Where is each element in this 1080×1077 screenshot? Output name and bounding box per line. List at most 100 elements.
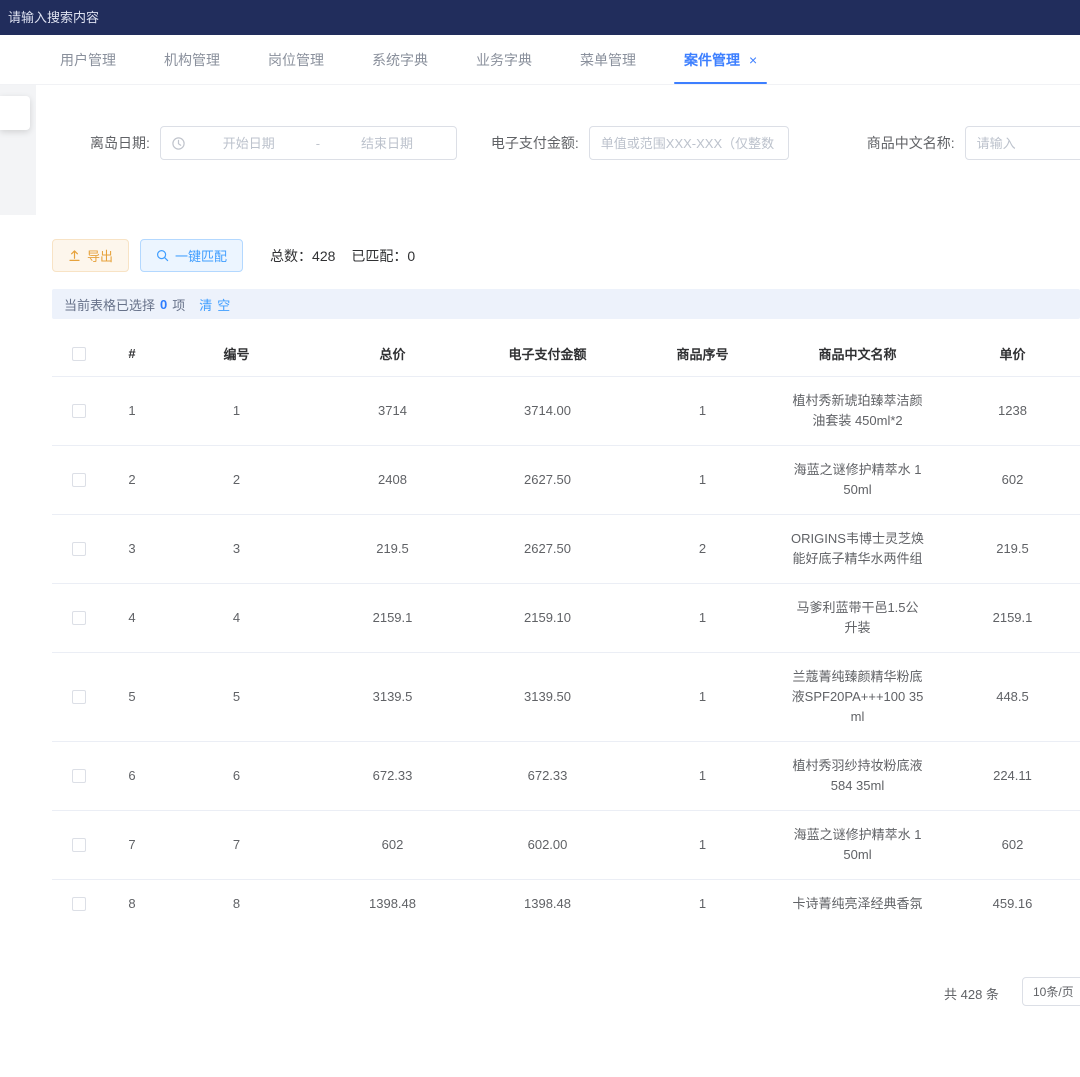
epay-amount-input[interactable] — [589, 126, 789, 160]
total-count-value: 428 — [312, 248, 335, 264]
cell-unit-price: 459.16 — [935, 880, 1080, 917]
select-all-cell — [52, 331, 106, 376]
row-checkbox-cell — [52, 742, 106, 810]
left-collapsed-panel[interactable] — [0, 96, 30, 130]
cell-unit-price: 602 — [935, 446, 1080, 514]
one-click-match-button[interactable]: 一键匹配 — [140, 239, 243, 272]
tab-menu-management[interactable]: 菜单管理 — [556, 35, 660, 84]
selection-prefix: 当前表格已选择 — [64, 295, 155, 314]
row-checkbox[interactable] — [72, 611, 86, 625]
page-size-select[interactable]: 10条/页 — [1022, 977, 1080, 1006]
tab-label: 菜单管理 — [580, 50, 636, 70]
cell-code: 3 — [158, 515, 315, 583]
cell-product-name: 卡诗菁纯亮泽经典香氛 — [780, 880, 935, 917]
clear-selection-link[interactable]: 清空 — [199, 295, 235, 314]
cell-epay-amount: 1398.48 — [470, 880, 625, 917]
magnifier-icon — [156, 249, 169, 262]
match-button-label: 一键匹配 — [175, 246, 227, 265]
cell-product-seq: 1 — [625, 811, 780, 879]
matched-count-value: 0 — [407, 248, 415, 264]
cell-epay-amount: 2159.10 — [470, 584, 625, 652]
tab-label: 岗位管理 — [268, 50, 324, 70]
cell-epay-amount: 602.00 — [470, 811, 625, 879]
cell-product-name: 马爹利蓝带干邑1.5公升装 — [780, 584, 935, 652]
toolbar: 导出 一键匹配 总数：428 已匹配：0 — [52, 239, 415, 272]
tab-label: 案件管理 — [684, 50, 740, 70]
table-row: 4 4 2159.1 2159.10 1 马爹利蓝带干邑1.5公升装 2159.… — [52, 584, 1080, 653]
cell-code: 8 — [158, 880, 315, 917]
topbar — [0, 0, 1080, 35]
cell-code: 7 — [158, 811, 315, 879]
selection-suffix: 项 — [172, 295, 185, 314]
match-stats: 总数：428 已匹配：0 — [270, 246, 415, 266]
row-checkbox-cell — [52, 811, 106, 879]
export-arrow-icon — [68, 249, 81, 262]
cell-unit-price: 448.5 — [935, 653, 1080, 741]
cell-epay-amount: 2627.50 — [470, 515, 625, 583]
row-checkbox[interactable] — [72, 473, 86, 487]
product-name-filter-label: 商品中文名称: — [867, 133, 955, 153]
tab-system-dictionary[interactable]: 系统字典 — [348, 35, 452, 84]
date-start-input[interactable] — [190, 136, 308, 151]
cell-unit-price: 602 — [935, 811, 1080, 879]
cell-code: 4 — [158, 584, 315, 652]
cell-product-name: 海蓝之谜修护精萃水 150ml — [780, 811, 935, 879]
date-range-picker[interactable]: - — [160, 126, 457, 160]
total-count-label: 总数： — [270, 246, 312, 266]
column-header-product-seq: 商品序号 — [625, 331, 780, 376]
tab-label: 用户管理 — [60, 50, 116, 70]
row-checkbox[interactable] — [72, 542, 86, 556]
cell-index: 2 — [106, 446, 158, 514]
select-all-checkbox[interactable] — [72, 347, 86, 361]
table-row: 2 2 2408 2627.50 1 海蓝之谜修护精萃水 150ml 602 — [52, 446, 1080, 515]
table-row: 3 3 219.5 2627.50 2 ORIGINS韦博士灵芝焕能好底子精华水… — [52, 515, 1080, 584]
tab-business-dictionary[interactable]: 业务字典 — [452, 35, 556, 84]
date-filter-label: 离岛日期: — [90, 133, 150, 153]
epay-amount-filter-label: 电子支付金额: — [491, 133, 579, 153]
cell-unit-price: 224.11 — [935, 742, 1080, 810]
page-size-value: 10条/页 — [1033, 983, 1074, 1000]
cell-total-price: 2408 — [315, 446, 470, 514]
cell-index: 6 — [106, 742, 158, 810]
table-row: 7 7 602 602.00 1 海蓝之谜修护精萃水 150ml 602 — [52, 811, 1080, 880]
topbar-search-input[interactable] — [8, 10, 268, 25]
export-button[interactable]: 导出 — [52, 239, 129, 272]
tab-case-management[interactable]: 案件管理 × — [660, 35, 781, 84]
row-checkbox-cell — [52, 880, 106, 917]
cell-code: 5 — [158, 653, 315, 741]
tab-label: 系统字典 — [372, 50, 428, 70]
row-checkbox[interactable] — [72, 769, 86, 783]
cell-product-seq: 1 — [625, 377, 780, 445]
column-header-code: 编号 — [158, 331, 315, 376]
row-checkbox[interactable] — [72, 404, 86, 418]
matched-count-label: 已匹配： — [351, 246, 407, 266]
close-icon[interactable]: × — [749, 53, 757, 67]
tab-org-management[interactable]: 机构管理 — [140, 35, 244, 84]
date-end-input[interactable] — [328, 136, 446, 151]
cell-index: 5 — [106, 653, 158, 741]
cell-product-name: 植村秀新琥珀臻萃洁颜油套装 450ml*2 — [780, 377, 935, 445]
row-checkbox[interactable] — [72, 690, 86, 704]
row-checkbox[interactable] — [72, 897, 86, 911]
table-header-row: # 编号 总价 电子支付金额 商品序号 商品中文名称 单价 — [52, 331, 1080, 377]
table-body[interactable]: 1 1 3714 3714.00 1 植村秀新琥珀臻萃洁颜油套装 450ml*2… — [52, 377, 1080, 917]
row-checkbox-cell — [52, 653, 106, 741]
cell-code: 1 — [158, 377, 315, 445]
row-checkbox-cell — [52, 446, 106, 514]
cell-product-name: 植村秀羽纱持妆粉底液 584 35ml — [780, 742, 935, 810]
cell-epay-amount: 3139.50 — [470, 653, 625, 741]
cell-total-price: 602 — [315, 811, 470, 879]
cell-total-price: 2159.1 — [315, 584, 470, 652]
cell-total-price: 1398.48 — [315, 880, 470, 917]
cell-product-name: 兰蔻菁纯臻颜精华粉底液SPF20PA+++100 35ml — [780, 653, 935, 741]
filter-row: 离岛日期: - 电子支付金额: 商品中文名称: — [0, 126, 1080, 160]
column-header-product-name: 商品中文名称 — [780, 331, 935, 376]
row-checkbox-cell — [52, 515, 106, 583]
tab-position-management[interactable]: 岗位管理 — [244, 35, 348, 84]
table-row: 5 5 3139.5 3139.50 1 兰蔻菁纯臻颜精华粉底液SPF20PA+… — [52, 653, 1080, 742]
table-row: 1 1 3714 3714.00 1 植村秀新琥珀臻萃洁颜油套装 450ml*2… — [52, 377, 1080, 446]
cell-unit-price: 1238 — [935, 377, 1080, 445]
tab-user-management[interactable]: 用户管理 — [36, 35, 140, 84]
row-checkbox[interactable] — [72, 838, 86, 852]
product-name-input[interactable] — [965, 126, 1080, 160]
